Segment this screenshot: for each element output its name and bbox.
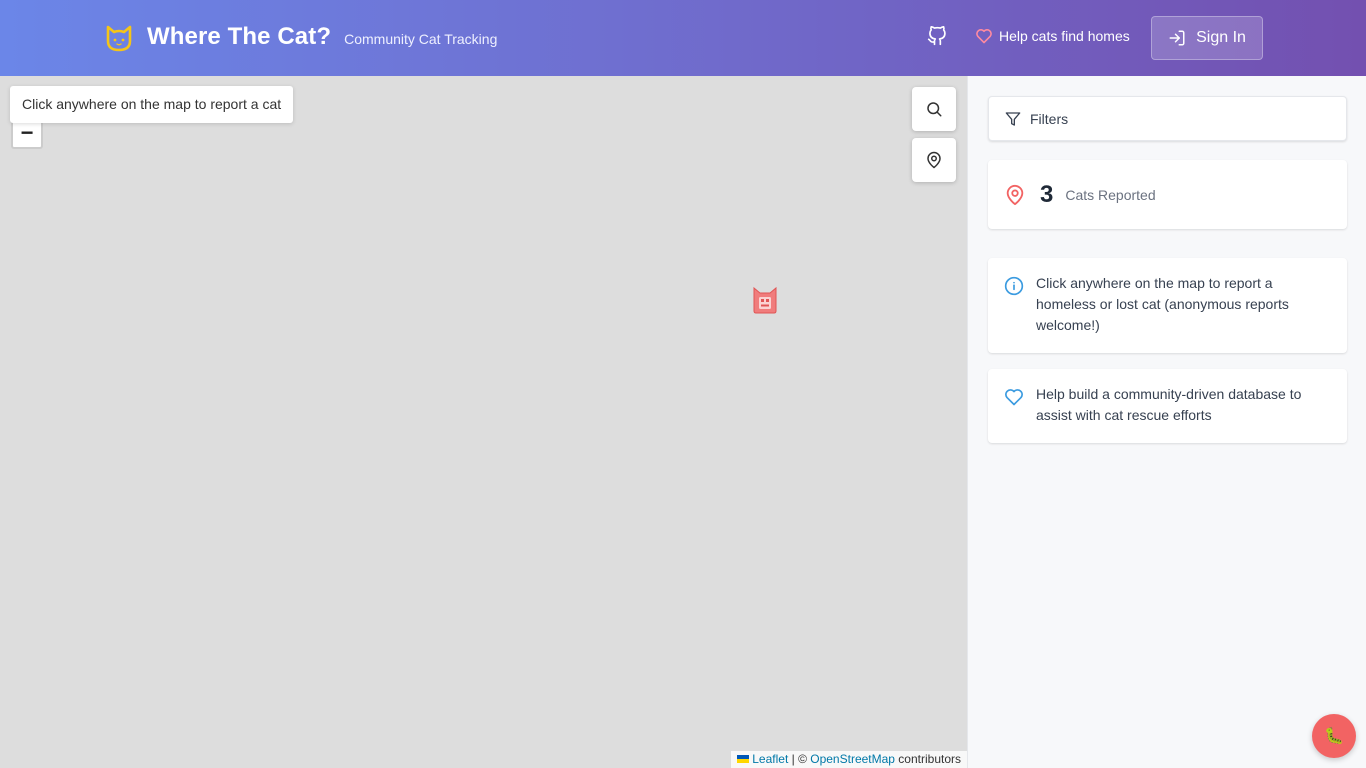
github-icon[interactable] (926, 24, 948, 48)
stats-card: 3 Cats Reported (988, 160, 1347, 229)
info-card-community: Help build a community-driven database t… (988, 369, 1347, 443)
info-icon (1004, 276, 1024, 296)
openstreetmap-link[interactable]: OpenStreetMap (810, 752, 895, 766)
filter-icon (1005, 111, 1021, 126)
map-attribution: Leaflet | © OpenStreetMap contributors (731, 751, 967, 768)
sign-in-label: Sign In (1196, 29, 1246, 46)
cat-marker-icon[interactable] (751, 285, 779, 315)
brand[interactable]: Where The Cat? Community Cat Tracking (104, 21, 497, 53)
sign-in-button[interactable]: Sign In (1151, 16, 1263, 60)
cat-face-icon (104, 21, 134, 53)
location-pin-icon (927, 151, 941, 169)
bug-icon: 🐛 (1324, 728, 1344, 745)
filters-button[interactable]: Filters (988, 96, 1347, 141)
app-subtitle: Community Cat Tracking (344, 30, 498, 47)
locate-button[interactable] (912, 138, 956, 182)
cats-count-label: Cats Reported (1065, 186, 1156, 203)
info-text: Click anywhere on the map to report a ho… (1036, 275, 1289, 333)
map-canvas[interactable]: − Click anywhere on the map to report a … (0, 76, 967, 768)
leaflet-link[interactable]: Leaflet (752, 752, 788, 766)
help-cats-label: Help cats find homes (999, 28, 1130, 44)
ukraine-flag-icon (737, 755, 750, 763)
map-search-button[interactable] (912, 87, 956, 131)
help-cats-link[interactable]: Help cats find homes (975, 28, 1130, 44)
filters-label: Filters (1030, 110, 1069, 127)
heart-icon (975, 28, 993, 44)
sidebar: Filters 3 Cats Reported Click anywhere o… (967, 76, 1366, 768)
login-icon (1169, 30, 1185, 46)
map-hint: Click anywhere on the map to report a ca… (10, 86, 294, 123)
info-text: Help build a community-driven database t… (1036, 386, 1302, 423)
heart-icon (1004, 387, 1024, 407)
app-header: Where The Cat? Community Cat Tracking He… (0, 0, 1366, 76)
location-pin-icon (1006, 184, 1024, 205)
info-card-report: Click anywhere on the map to report a ho… (988, 258, 1347, 353)
bug-report-button[interactable]: 🐛 (1312, 714, 1356, 758)
app-title: Where The Cat? (147, 23, 332, 50)
attribution-separator: | © (788, 752, 811, 766)
cats-count: 3 (1040, 180, 1054, 208)
search-icon (927, 102, 942, 117)
attribution-suffix: contributors (894, 752, 961, 766)
